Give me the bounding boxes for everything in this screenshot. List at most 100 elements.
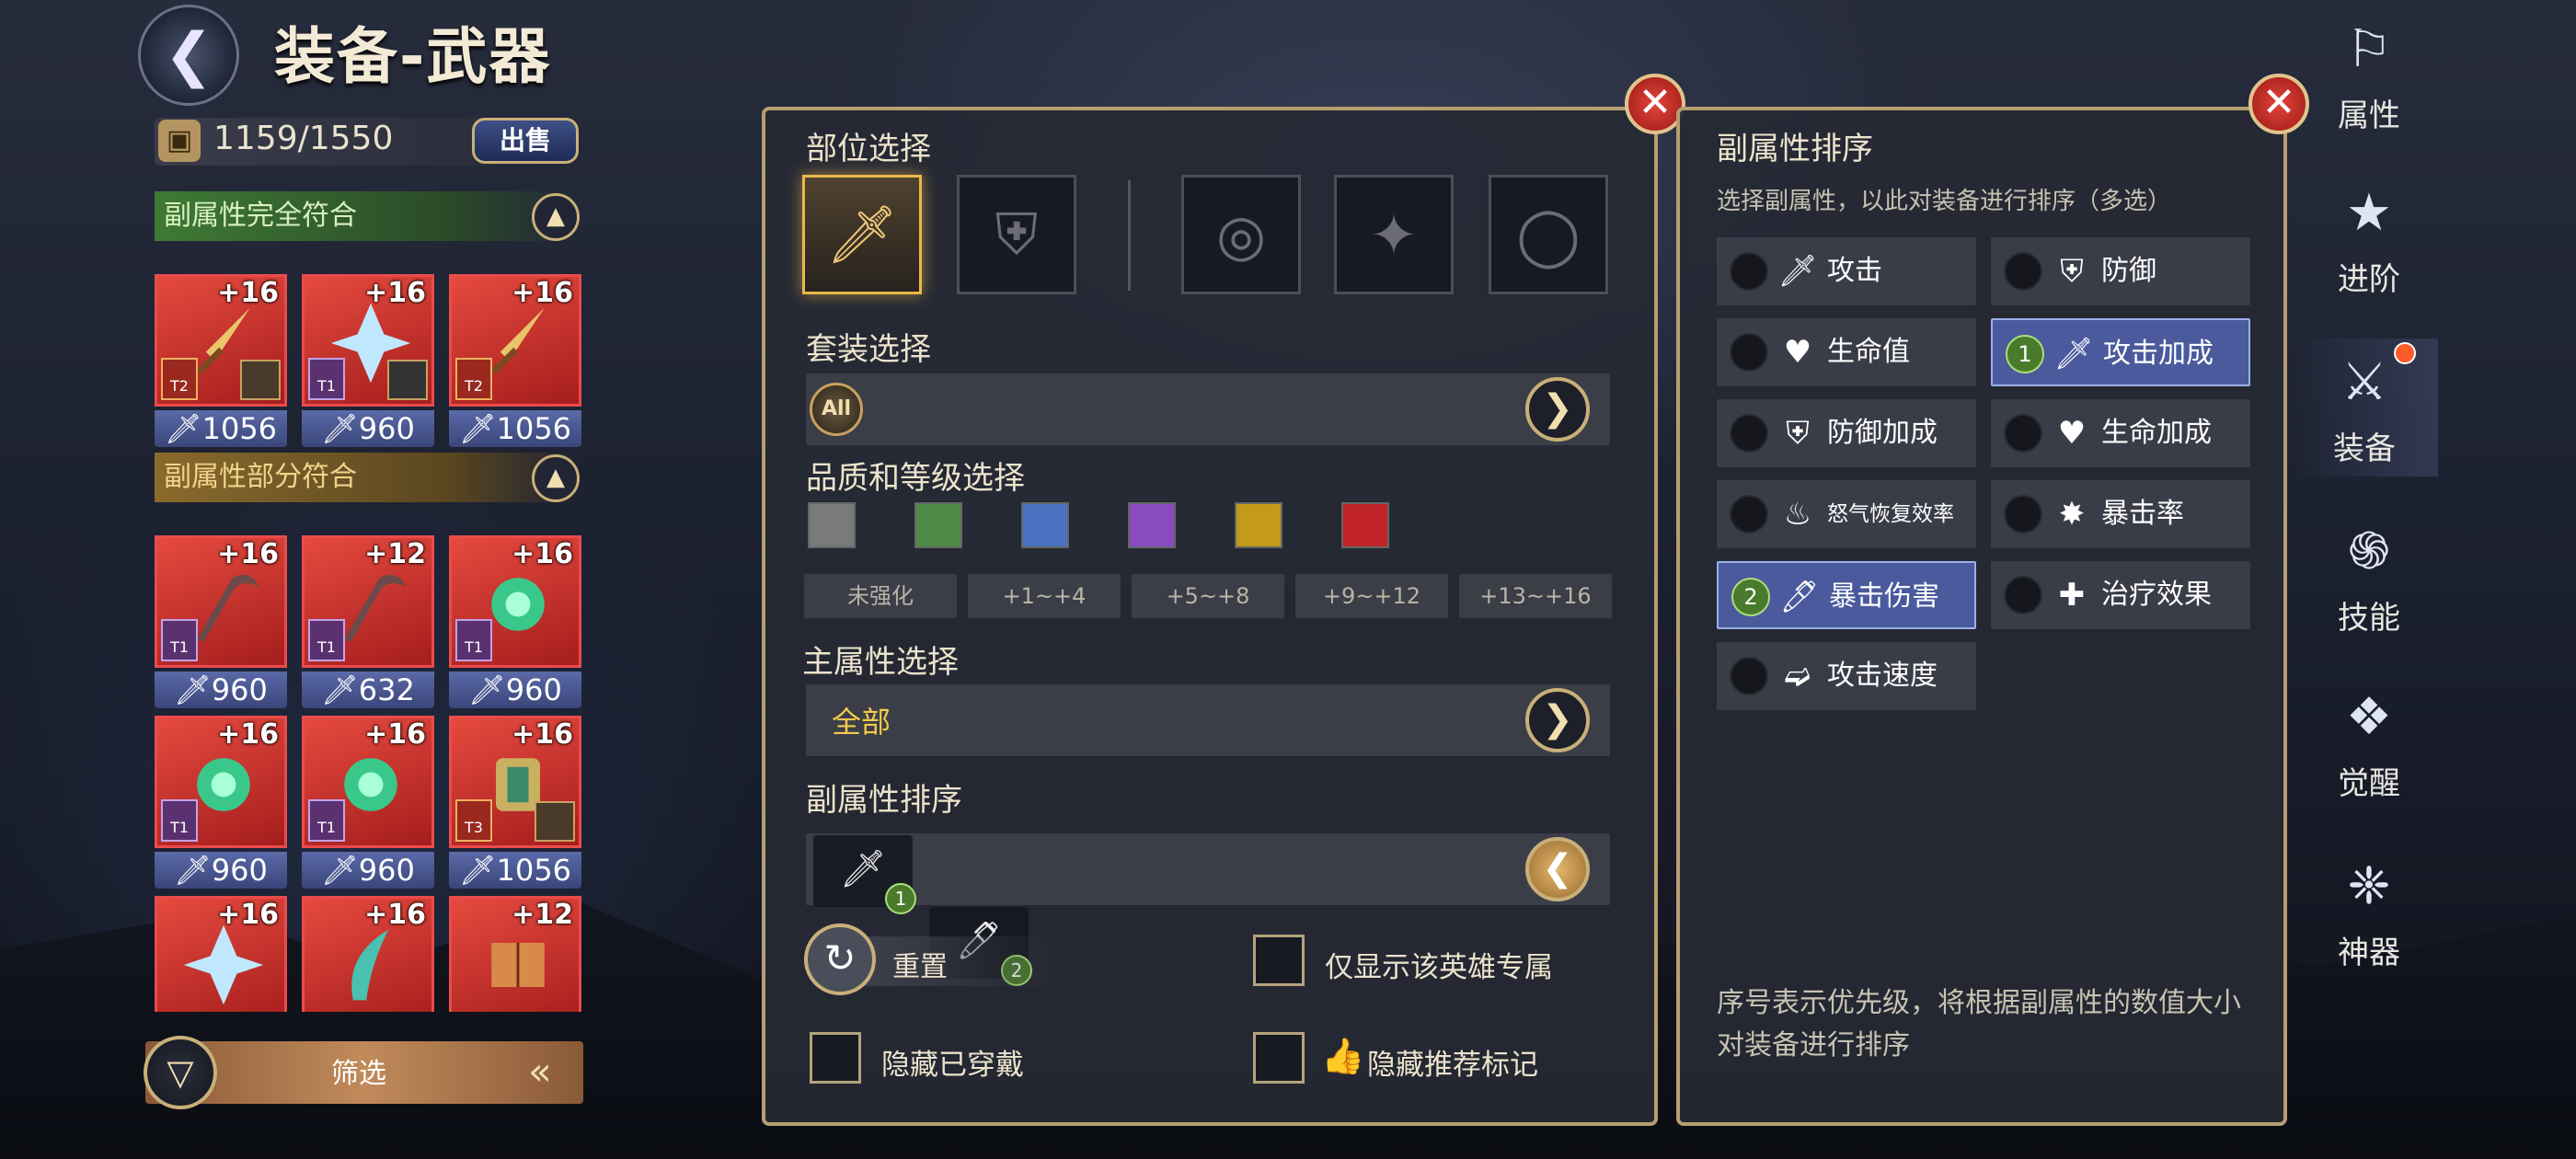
sword-icon: 🗡: [825, 201, 899, 268]
item-level: +16: [364, 277, 426, 309]
quality-gray-swatch[interactable]: [808, 502, 856, 548]
attr-defense-bonus[interactable]: ⛨ 防御加成: [1717, 399, 1976, 467]
filter-icon: ▽: [167, 1052, 194, 1093]
item-row-partial: +16 +16 +12: [155, 896, 581, 1012]
item-attack-stat: 🗡1056: [449, 410, 581, 447]
priority-badge: 1: [2006, 335, 2044, 373]
quality-red-swatch[interactable]: [1341, 502, 1389, 548]
range-5-8[interactable]: +5~+8: [1132, 574, 1284, 618]
item-level: +12: [364, 538, 426, 570]
main-attr-bar[interactable]: [806, 684, 1610, 756]
item-card[interactable]: +16 T1 🗡960: [155, 716, 287, 890]
attr-attack-speed[interactable]: ➫ 攻击速度: [1717, 642, 1976, 710]
item-level: +16: [217, 277, 279, 309]
item-card[interactable]: +16: [302, 896, 434, 1012]
sell-button[interactable]: 出售: [472, 118, 579, 164]
slot-armor[interactable]: ⛨: [957, 175, 1076, 294]
range-9-12[interactable]: +9~+12: [1295, 574, 1448, 618]
item-card[interactable]: +16 T1 🗡960: [449, 535, 581, 710]
item-card[interactable]: +16 T1 🗡960: [302, 716, 434, 890]
nav-awaken[interactable]: ❖ 觉醒: [2300, 681, 2438, 802]
sort-slot-1[interactable]: 🗡 1: [813, 835, 916, 914]
slot-weapon[interactable]: 🗡: [802, 175, 922, 294]
attr-hp-bonus[interactable]: ♥ 生命加成: [1991, 399, 2250, 467]
attr-attack-bonus[interactable]: 1 🗡 攻击加成: [1991, 318, 2250, 386]
collapse-partial-match-button[interactable]: ▲: [532, 454, 580, 502]
attr-radio: [2004, 414, 2042, 453]
chevron-up-icon: ▲: [546, 202, 565, 230]
attr-radio: [1730, 414, 1768, 453]
part-select-title: 部位选择: [806, 131, 931, 167]
filter-button[interactable]: ▽: [144, 1036, 217, 1109]
hide-recommend-checkbox[interactable]: [1253, 1032, 1305, 1084]
set-select-title: 套装选择: [806, 331, 931, 368]
necklace-icon: ✦: [1370, 201, 1418, 269]
close-icon: ✕: [2261, 79, 2296, 126]
attr-attack[interactable]: 🗡 攻击: [1717, 237, 1976, 305]
item-card[interactable]: +16 T1 🗡960: [155, 535, 287, 710]
attack-bonus-icon: 🗡: [839, 848, 887, 890]
crit-rate-icon: ✸: [2058, 496, 2086, 533]
nav-skill[interactable]: ֍ 技能: [2300, 515, 2438, 637]
attr-crit-damage[interactable]: 2 🖊 暴击伤害: [1717, 561, 1976, 629]
quality-gold-swatch[interactable]: [1235, 502, 1282, 548]
slot-necklace[interactable]: ✦: [1334, 175, 1454, 294]
attr-radio: [2004, 495, 2042, 534]
awaken-icon: ❖: [2345, 687, 2393, 747]
quality-purple-swatch[interactable]: [1128, 502, 1176, 548]
range-13-16[interactable]: +13~+16: [1459, 574, 1612, 618]
heart-icon: ♥: [1783, 334, 1812, 371]
sort-panel-title: 副属性排序: [1717, 131, 1873, 167]
item-card[interactable]: +16 T1 🗡960: [302, 274, 434, 449]
hero-avatar: [240, 360, 281, 400]
nav-attribute[interactable]: ⚐ 属性: [2300, 13, 2438, 134]
attr-radio: [1730, 252, 1768, 291]
item-card[interactable]: +16 T2 🗡1056: [449, 274, 581, 449]
set-select-arrow-button[interactable]: ❯: [1525, 377, 1590, 442]
back-button[interactable]: ❮: [138, 5, 239, 106]
item-card[interactable]: +16 T2 🗡1056: [155, 274, 287, 449]
quality-green-swatch[interactable]: [914, 502, 962, 548]
main-attr-title: 主属性选择: [802, 644, 959, 681]
item-level: +12: [512, 899, 573, 931]
attr-healing[interactable]: ✚ 治疗效果: [1991, 561, 2250, 629]
attr-crit-rate[interactable]: ✸ 暴击率: [1991, 480, 2250, 548]
item-level: +16: [217, 899, 279, 931]
collapse-full-match-button[interactable]: ▲: [532, 193, 580, 241]
quality-blue-swatch[interactable]: [1021, 502, 1069, 548]
back-arrow-icon: ❮: [164, 21, 213, 89]
item-card[interactable]: +16 T3 🗡1056: [449, 716, 581, 890]
tier-badge: T1: [308, 799, 345, 842]
attr-rage-recovery[interactable]: ♨ 怒气恢复效率: [1717, 480, 1976, 548]
attr-hp[interactable]: ♥ 生命值: [1717, 318, 1976, 386]
attr-defense[interactable]: ⛨ 防御: [1991, 237, 2250, 305]
speed-icon: ➫: [1784, 658, 1811, 694]
defense-bonus-icon: ⛨: [1786, 415, 1810, 452]
hero-avatar: [387, 360, 428, 400]
hide-worn-checkbox[interactable]: [810, 1032, 861, 1084]
item-attack-stat: 🗡1056: [449, 852, 581, 889]
range-1-4[interactable]: +1~+4: [968, 574, 1121, 618]
nav-artifact[interactable]: ❈ 神器: [2300, 850, 2438, 971]
filter-label: 筛选: [331, 1058, 386, 1090]
item-card[interactable]: +12 T1 🗡632: [302, 535, 434, 710]
set-select-bar[interactable]: [806, 373, 1610, 445]
slot-bracelet[interactable]: ◎: [1181, 175, 1301, 294]
nav-advance[interactable]: ★ 进阶: [2300, 177, 2438, 298]
hp-bonus-icon: ♥: [2057, 415, 2087, 452]
only-hero-label: 仅显示该英雄专属: [1325, 951, 1553, 984]
quality-select-title: 品质和等级选择: [806, 460, 1025, 497]
slot-ring[interactable]: ◯: [1489, 175, 1608, 294]
item-level: +16: [512, 718, 573, 751]
bracelet-icon: ◎: [1215, 201, 1267, 269]
nav-equipment[interactable]: ⚔ 装备: [2291, 339, 2438, 476]
sub-attr-collapse-button[interactable]: ❮: [1525, 837, 1590, 901]
item-attack-stat: 🗡960: [155, 852, 287, 889]
reset-button[interactable]: ↻: [804, 924, 876, 995]
chevron-left-icon: ❮: [1542, 847, 1573, 889]
item-card[interactable]: +12: [449, 896, 581, 1012]
item-card[interactable]: +16: [155, 896, 287, 1012]
main-attr-arrow-button[interactable]: ❯: [1525, 688, 1590, 752]
only-hero-checkbox[interactable]: [1253, 935, 1305, 986]
range-unenhanced[interactable]: 未强化: [804, 574, 957, 618]
